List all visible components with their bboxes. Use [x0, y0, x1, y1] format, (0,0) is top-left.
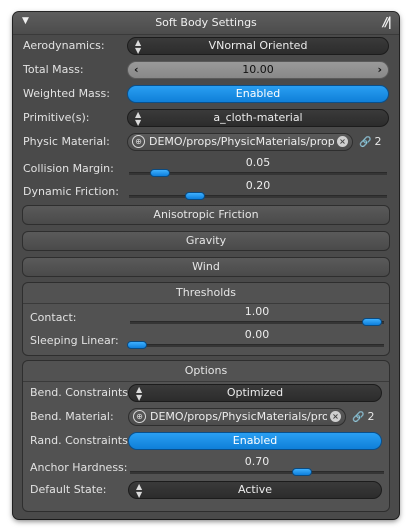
anchor-hardness-slider-handle[interactable]	[291, 468, 312, 476]
primitives-dropdown[interactable]: ▲ ▼ a_cloth-material	[127, 109, 389, 127]
aerodynamics-dropdown[interactable]: ▲ ▼ VNormal Oriented	[127, 37, 389, 55]
collision-margin-label: Collision Margin:	[23, 162, 114, 175]
dynamic-friction-slider-handle[interactable]	[184, 192, 205, 200]
options-group: Options Bend. Constraints: ▲ ▼ Optimized …	[22, 360, 390, 512]
bend-constraints-value: Optimized	[226, 386, 284, 399]
weighted-mass-value: Enabled	[235, 87, 281, 100]
contact-value: 1.00	[244, 305, 270, 318]
total-mass-value: 10.00	[242, 63, 274, 76]
dynamic-friction-value: 0.20	[245, 179, 271, 192]
rand-constraints-toggle[interactable]: Enabled	[128, 432, 382, 450]
soft-body-settings-panel: ▼ Soft Body Settings //| Aerodynamics: ▲…	[13, 12, 399, 519]
weighted-mass-toggle[interactable]: Enabled	[127, 85, 389, 103]
weighted-mass-row: Weighted Mass: Enabled	[13, 84, 399, 104]
chevron-right-icon[interactable]: ›	[377, 62, 382, 78]
primitives-row: Primitive(s): ▲ ▼ a_cloth-material	[13, 108, 399, 128]
aerodynamics-row: Aerodynamics: ▲ ▼ VNormal Oriented	[13, 36, 399, 56]
weighted-mass-label: Weighted Mass:	[23, 87, 110, 100]
contact-row: Contact: 1.00	[23, 305, 391, 327]
default-state-dropdown[interactable]: ▲ ▼ Active	[128, 481, 382, 499]
up-down-arrows-icon: ▲ ▼	[136, 482, 143, 499]
dynamic-friction-track[interactable]	[129, 195, 387, 198]
anchor-hardness-value: 0.70	[244, 455, 270, 468]
bend-constraints-label: Bend. Constraints:	[30, 386, 132, 399]
clear-icon[interactable]: ×	[330, 411, 341, 422]
link-chain-icon: 🔗	[352, 412, 365, 423]
chevron-left-icon[interactable]: ‹	[134, 62, 139, 78]
bend-constraints-row: Bend. Constraints: ▲ ▼ Optimized	[23, 383, 391, 403]
sleeping-linear-value: 0.00	[244, 328, 270, 341]
aerodynamics-label: Aerodynamics:	[23, 39, 105, 52]
up-down-arrows-icon: ▲ ▼	[135, 38, 142, 55]
bend-material-picker[interactable]: ⊕ DEMO/props/PhysicMaterials/prop_ ×	[128, 408, 346, 426]
default-state-row: Default State: ▲ ▼ Active	[23, 480, 391, 500]
anchor-hardness-label: Anchor Hardness:	[30, 461, 128, 474]
default-state-value: Active	[237, 483, 273, 496]
physic-material-link-count: 🔗 2	[359, 135, 381, 148]
sleeping-linear-track[interactable]	[130, 344, 384, 347]
panel-header[interactable]: ▼ Soft Body Settings //|	[13, 12, 399, 35]
bend-material-row: Bend. Material: ⊕ DEMO/props/PhysicMater…	[23, 407, 391, 427]
panel-title: Soft Body Settings	[155, 16, 257, 29]
dynamic-friction-label: Dynamic Friction:	[23, 185, 119, 198]
bend-material-label: Bend. Material:	[30, 410, 114, 423]
rand-constraints-value: Enabled	[232, 434, 278, 447]
thresholds-title: Thresholds	[176, 286, 236, 299]
dynamic-friction-row: Dynamic Friction: 0.20	[13, 179, 399, 201]
grip-icon[interactable]: //|	[383, 15, 392, 29]
collision-margin-value: 0.05	[245, 156, 271, 169]
gravity-section[interactable]: Gravity	[22, 231, 390, 251]
total-mass-row: Total Mass: ‹ 10.00 ›	[13, 60, 399, 80]
up-down-arrows-icon: ▲ ▼	[135, 110, 142, 127]
anchor-hardness-track[interactable]	[130, 471, 384, 474]
options-divider	[23, 381, 389, 382]
thresholds-group: Thresholds Contact: 1.00 Sleeping Linear…	[22, 282, 390, 356]
aerodynamics-value: VNormal Oriented	[208, 39, 308, 52]
bend-material-link-count: 🔗 2	[352, 410, 374, 423]
primitives-label: Primitive(s):	[23, 111, 90, 124]
collision-margin-row: Collision Margin: 0.05	[13, 156, 399, 178]
contact-track[interactable]	[130, 321, 384, 324]
contact-slider-handle[interactable]	[362, 318, 382, 326]
up-down-arrows-icon: ▲ ▼	[136, 385, 143, 402]
anchor-hardness-row: Anchor Hardness: 0.70	[23, 455, 391, 477]
bend-material-path: DEMO/props/PhysicMaterials/prop_	[150, 410, 327, 423]
physic-material-row: Physic Material: ⊕ DEMO/props/PhysicMate…	[13, 132, 399, 152]
physic-material-label: Physic Material:	[23, 135, 110, 148]
bend-constraints-dropdown[interactable]: ▲ ▼ Optimized	[128, 384, 382, 402]
options-title: Options	[184, 364, 228, 377]
total-mass-label: Total Mass:	[23, 63, 84, 76]
rand-constraints-label: Rand. Constraints:	[30, 434, 132, 447]
physic-material-count: 2	[374, 135, 382, 148]
contact-label: Contact:	[30, 311, 77, 324]
sleeping-linear-label: Sleeping Linear:	[30, 334, 119, 347]
clear-icon[interactable]: ×	[337, 136, 348, 147]
collision-margin-slider-handle[interactable]	[150, 169, 171, 177]
globe-icon: ⊕	[132, 135, 145, 148]
link-chain-icon: 🔗	[359, 137, 372, 148]
total-mass-number-field[interactable]: ‹ 10.00 ›	[127, 61, 389, 79]
physic-material-path: DEMO/props/PhysicMaterials/prop_cl	[149, 135, 334, 148]
wind-section[interactable]: Wind	[22, 257, 390, 277]
bend-material-count: 2	[367, 410, 375, 423]
anisotropic-friction-section[interactable]: Anisotropic Friction	[22, 205, 390, 225]
globe-icon: ⊕	[133, 410, 146, 423]
thresholds-divider	[23, 303, 389, 304]
default-state-label: Default State:	[30, 483, 107, 496]
sleeping-linear-slider-handle[interactable]	[127, 341, 147, 349]
rand-constraints-row: Rand. Constraints: Enabled	[23, 431, 391, 451]
physic-material-picker[interactable]: ⊕ DEMO/props/PhysicMaterials/prop_cl ×	[127, 133, 353, 151]
primitives-value: a_cloth-material	[213, 111, 303, 124]
sleeping-linear-row: Sleeping Linear: 0.00	[23, 328, 391, 350]
